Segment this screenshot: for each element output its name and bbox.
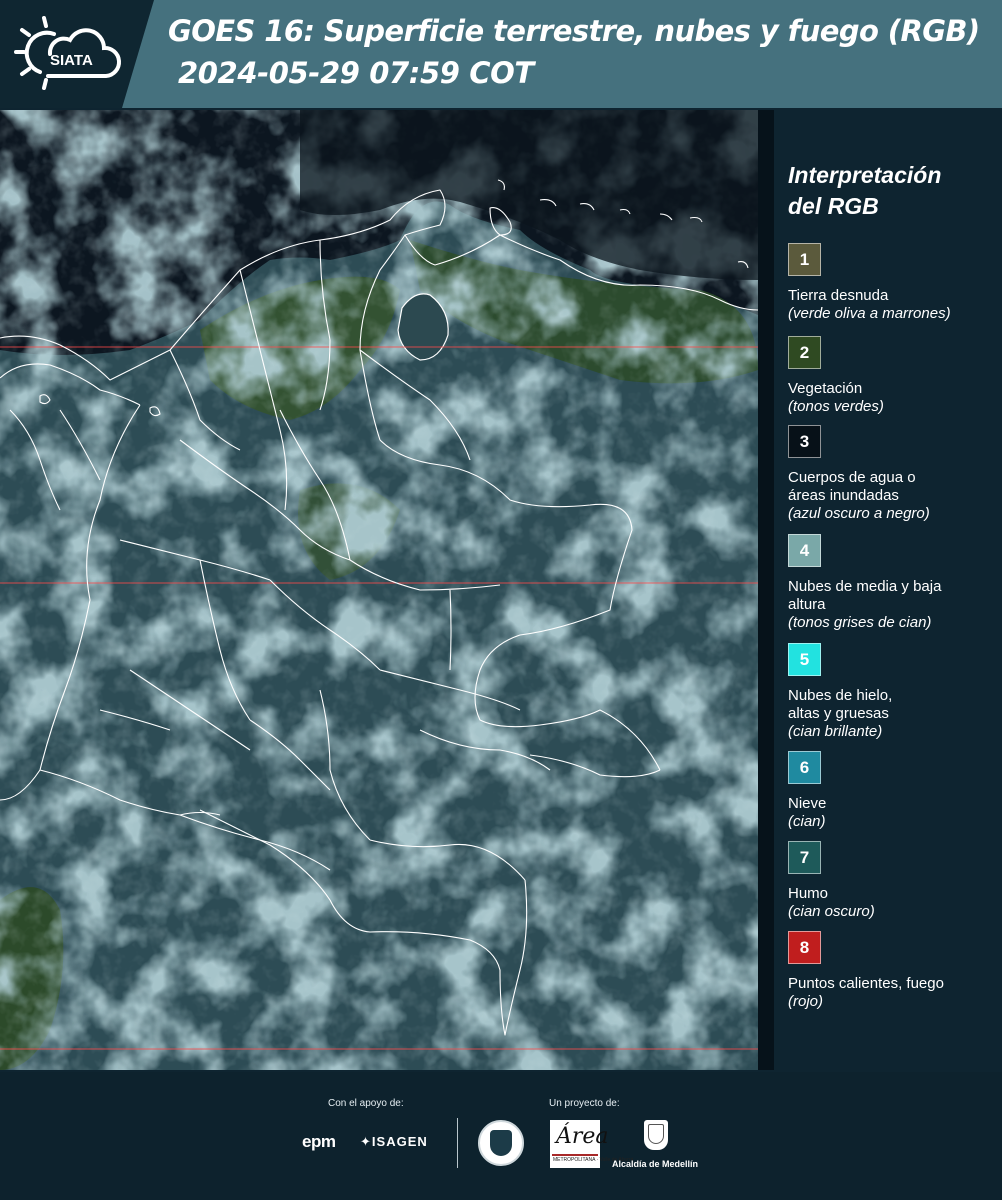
- epm-logo: epm: [302, 1132, 336, 1151]
- legend-sublabel: (cian): [788, 813, 826, 830]
- legend-title: Interpretación del RGB: [788, 162, 942, 219]
- university-seal-logo: [478, 1120, 524, 1166]
- support-label: Con el apoyo de:: [328, 1098, 404, 1109]
- header-bar: SIATA GOES 16: Superficie terrestre, nub…: [0, 0, 1002, 108]
- legend-label: Cuerpos de agua o áreas inundadas: [788, 469, 916, 504]
- footer-divider: [457, 1118, 458, 1168]
- legend-sublabel: (tonos grises de cian): [788, 614, 932, 631]
- isagen-logo: ✦ISAGEN: [360, 1134, 428, 1149]
- legend-label: Humo: [788, 885, 829, 902]
- legend-item-ice-clouds: 5 Nubes de hielo, altas y gruesas (cian …: [788, 643, 928, 741]
- legend-swatch: 3: [788, 425, 821, 458]
- legend-sublabel: (cian oscuro): [788, 903, 875, 920]
- legend-swatch: 2: [788, 336, 821, 369]
- satellite-map: [0, 110, 758, 1070]
- alcaldia-medellin-label: Alcaldía de Medellín: [612, 1159, 699, 1169]
- legend-panel: Interpretación del RGB 1 Tierra desnuda …: [788, 160, 998, 1010]
- isagen-logo-text: ISAGEN: [371, 1134, 428, 1149]
- footer: Con el apoyo de: Un proyecto de: epm ✦IS…: [0, 1072, 1002, 1200]
- legend-item-mid-low-clouds: 4 Nubes de media y baja altura (tonos gr…: [788, 534, 948, 632]
- page-title: GOES 16: Superficie terrestre, nubes y f…: [168, 14, 980, 48]
- legend-swatch: 4: [788, 534, 821, 567]
- legend-swatch: 6: [788, 751, 821, 784]
- legend-sublabel: (tonos verdes): [788, 398, 884, 415]
- legend-sublabel: (verde oliva a marrones): [788, 305, 951, 322]
- legend-label: Puntos calientes, fuego: [788, 975, 944, 992]
- legend-label: Tierra desnuda: [788, 287, 889, 304]
- legend-item-water: 3 Cuerpos de agua o áreas inundadas (azu…: [788, 425, 948, 523]
- legend-label: Nieve: [788, 795, 827, 812]
- legend-item-fire: 8 Puntos calientes, fuego (rojo): [788, 931, 944, 1011]
- medellin-crest-icon: [644, 1120, 668, 1150]
- project-label: Un proyecto de:: [549, 1098, 620, 1109]
- legend-item-smoke: 7 Humo (cian oscuro): [788, 841, 875, 921]
- logo-text: SIATA: [50, 52, 93, 69]
- logo-background-angle: [122, 0, 154, 108]
- legend-sublabel: (azul oscuro a negro): [788, 505, 930, 522]
- crest-inner: [648, 1124, 664, 1144]
- legend-swatch: 5: [788, 643, 821, 676]
- legend-item-bare-soil: 1 Tierra desnuda (verde oliva a marrones…: [788, 243, 951, 323]
- legend-swatch: 8: [788, 931, 821, 964]
- legend-swatch: 7: [788, 841, 821, 874]
- page-timestamp: 2024-05-29 07:59 COT: [178, 56, 534, 90]
- siata-logo: SIATA: [14, 16, 122, 90]
- legend-sublabel: (rojo): [788, 993, 824, 1010]
- legend-item-snow: 6 Nieve (cian): [788, 751, 826, 831]
- legend-sublabel: (cian brillante): [788, 723, 883, 740]
- legend-label: Vegetación: [788, 380, 863, 397]
- legend-label: Nubes de media y baja altura: [788, 578, 942, 613]
- legend-swatch: 1: [788, 243, 821, 276]
- area-metropolitana-wordmark: Área: [556, 1124, 609, 1149]
- seal-shield-icon: [490, 1130, 512, 1156]
- map-frame: [758, 110, 774, 1070]
- legend-item-vegetation: 2 Vegetación (tonos verdes): [788, 336, 884, 416]
- area-metropolitana-underline: [552, 1154, 598, 1156]
- legend-label: Nubes de hielo, altas y gruesas: [788, 687, 893, 722]
